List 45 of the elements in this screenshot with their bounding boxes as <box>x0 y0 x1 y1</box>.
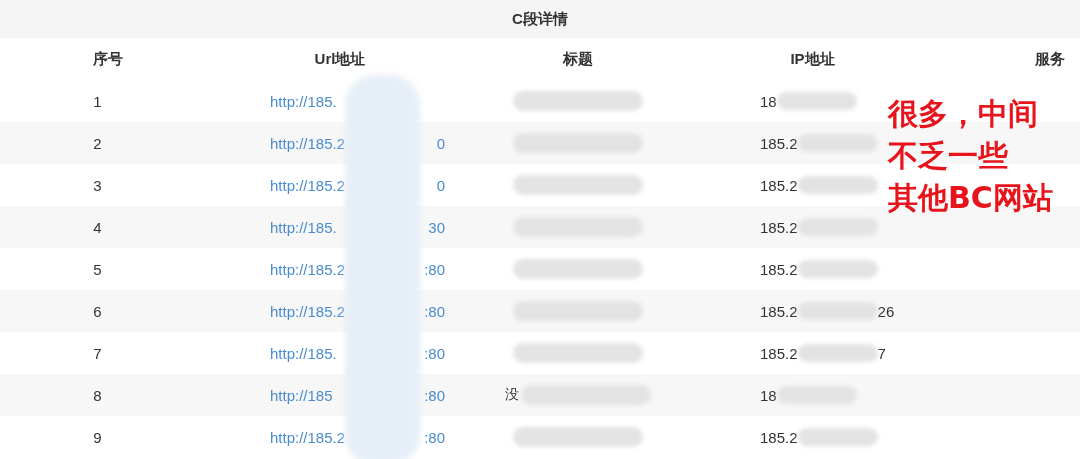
row-number: 6 <box>93 302 102 320</box>
url-link[interactable]: 0 <box>436 176 445 194</box>
ip-address: 7 <box>877 344 886 362</box>
ip-address: 26 <box>877 302 895 320</box>
url-link[interactable]: :80 <box>424 302 445 320</box>
ip-address: 185.2 <box>760 218 798 236</box>
title-text: 没 <box>504 386 519 404</box>
url-link[interactable]: http://185.2 <box>270 302 346 320</box>
ip-address: 185.2 <box>760 428 798 446</box>
url-link[interactable]: :80 <box>424 386 445 404</box>
ip-address: 18 <box>760 386 777 404</box>
url-link[interactable]: http://185.2 <box>270 260 346 278</box>
ip-address: 18 <box>760 92 777 110</box>
url-link[interactable]: http://185. <box>270 92 337 110</box>
ip-address: 185.2 <box>760 302 798 320</box>
column-header: 标题 <box>562 49 593 69</box>
ip-address: 185.2 <box>760 344 798 362</box>
url-link[interactable]: http://185.2 <box>270 428 346 446</box>
row-number: 3 <box>93 176 102 194</box>
url-link[interactable]: 0 <box>436 134 445 152</box>
column-header: 序号 <box>92 49 123 69</box>
url-link[interactable]: 30 <box>428 218 445 236</box>
row-number: 2 <box>93 134 102 152</box>
column-header: Url地址 <box>314 49 366 69</box>
url-link[interactable]: http://185 <box>270 386 333 404</box>
row-number: 5 <box>93 260 102 278</box>
row-number: 4 <box>93 218 102 236</box>
column-header: 服务 <box>1035 49 1065 69</box>
url-link[interactable]: http://185. <box>270 218 337 236</box>
row-number: 8 <box>93 386 102 404</box>
url-link[interactable]: :80 <box>424 344 445 362</box>
row-number: 9 <box>93 428 102 446</box>
url-link[interactable]: http://185. <box>270 344 337 362</box>
url-link[interactable]: :80 <box>424 428 445 446</box>
column-header: IP地址 <box>790 49 835 69</box>
ip-address: 185.2 <box>760 176 798 194</box>
row-number: 7 <box>93 344 102 362</box>
row-number: 1 <box>93 92 102 110</box>
url-link[interactable]: :80 <box>424 260 445 278</box>
ip-address: 185.2 <box>760 134 798 152</box>
url-link[interactable]: http://185.2 <box>270 176 346 194</box>
panel-title: C段详情 <box>512 9 568 29</box>
annotation-text: 很多，中间 不乏一些 其他BC网站 <box>888 95 1053 217</box>
url-link[interactable]: http://185.2 <box>270 134 346 152</box>
ip-address: 185.2 <box>760 260 798 278</box>
